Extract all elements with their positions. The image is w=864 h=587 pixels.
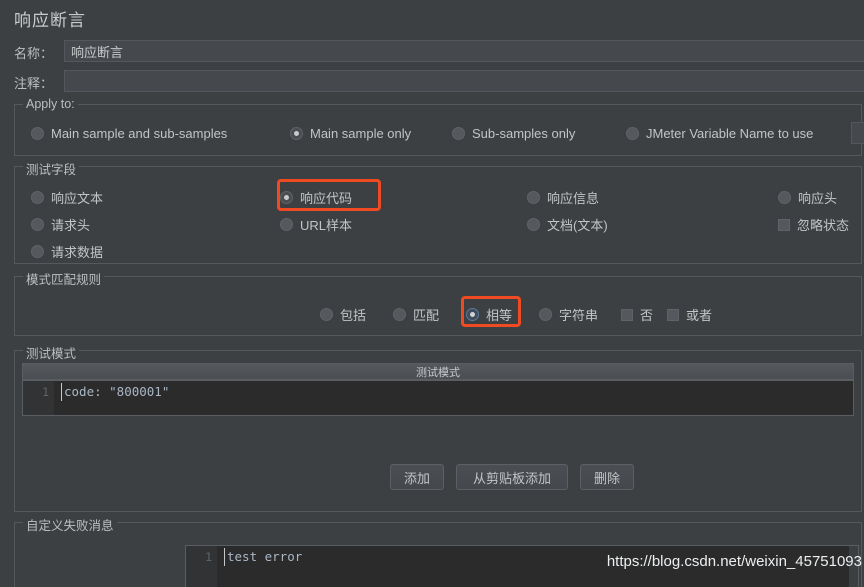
test-field-title: 测试字段 xyxy=(23,159,80,178)
jmeter-variable-input[interactable] xyxy=(851,122,864,144)
test-field-option-request-data[interactable]: 请求数据 xyxy=(31,242,103,261)
test-field-option-url-sample[interactable]: URL样本 xyxy=(280,215,352,234)
test-pattern-editor[interactable]: 1 code: "800001" xyxy=(22,380,854,416)
comment-label: 注释： xyxy=(14,76,54,91)
radio-icon[interactable] xyxy=(778,191,791,204)
failure-message-title: 自定义失败消息 xyxy=(23,515,117,534)
option-label: 包括 xyxy=(340,308,367,323)
apply-to-option-main-and-sub[interactable]: Main sample and sub-samples xyxy=(31,126,227,141)
option-label: 匹配 xyxy=(413,308,440,323)
radio-icon[interactable] xyxy=(31,218,44,231)
failure-message-value: test error xyxy=(227,549,303,564)
pattern-rule-title: 模式匹配规则 xyxy=(23,269,105,288)
rule-option-or[interactable]: 或者 xyxy=(667,305,712,324)
apply-to-group: Apply to: Main sample and sub-samples Ma… xyxy=(14,97,864,156)
radio-icon[interactable] xyxy=(320,308,333,321)
option-label: 响应头 xyxy=(798,191,838,206)
checkbox-icon[interactable] xyxy=(667,308,679,321)
radio-icon[interactable] xyxy=(31,127,44,140)
option-label: 忽略状态 xyxy=(797,218,850,233)
option-label: 响应文本 xyxy=(51,191,104,206)
checkbox-icon[interactable] xyxy=(778,218,790,231)
radio-icon[interactable] xyxy=(527,218,540,231)
option-label: Main sample and sub-samples xyxy=(51,126,228,141)
option-label: JMeter Variable Name to use xyxy=(646,126,814,141)
option-label: 响应代码 xyxy=(300,191,353,206)
option-label: URL样本 xyxy=(300,218,353,233)
test-field-option-document-text[interactable]: 文档(文本) xyxy=(527,215,608,234)
watermark-url: https://blog.csdn.net/weixin_45751093 xyxy=(606,553,862,570)
apply-to-title: Apply to: xyxy=(23,97,78,111)
apply-to-option-jmeter-variable[interactable]: JMeter Variable Name to use xyxy=(626,126,813,141)
test-pattern-title: 测试模式 xyxy=(23,343,80,362)
text-caret xyxy=(224,548,225,566)
option-label: 或者 xyxy=(686,308,713,323)
line-number: 1 xyxy=(205,550,212,564)
option-label: 相等 xyxy=(486,308,513,323)
column-header-label: 测试模式 xyxy=(416,366,460,379)
option-label: 否 xyxy=(640,308,654,323)
apply-to-option-main-only[interactable]: Main sample only xyxy=(290,126,411,141)
radio-icon[interactable] xyxy=(31,245,44,258)
radio-icon[interactable] xyxy=(539,308,552,321)
test-field-option-ignore-status[interactable]: 忽略状态 xyxy=(778,215,849,234)
radio-icon[interactable] xyxy=(466,308,479,321)
comment-input[interactable] xyxy=(64,70,864,92)
rule-option-matches[interactable]: 匹配 xyxy=(393,305,439,324)
rule-option-contains[interactable]: 包括 xyxy=(320,305,366,324)
comment-row: 注释： xyxy=(0,70,864,94)
line-number-gutter: 1 xyxy=(23,381,54,415)
test-field-option-response-headers[interactable]: 响应头 xyxy=(778,188,837,207)
line-number: 1 xyxy=(42,385,49,399)
text-caret xyxy=(61,383,62,401)
test-field-option-response-message[interactable]: 响应信息 xyxy=(527,188,599,207)
add-button[interactable]: 添加 xyxy=(390,464,444,490)
rule-option-equals[interactable]: 相等 xyxy=(466,305,512,324)
name-row: 名称： xyxy=(0,40,864,64)
apply-to-option-sub-only[interactable]: Sub-samples only xyxy=(452,126,575,141)
radio-icon[interactable] xyxy=(290,127,303,140)
option-label: 请求头 xyxy=(51,218,91,233)
rule-option-substring[interactable]: 字符串 xyxy=(539,305,598,324)
test-field-option-request-headers[interactable]: 请求头 xyxy=(31,215,90,234)
delete-button[interactable]: 删除 xyxy=(580,464,634,490)
test-pattern-group: 测试模式 测试模式 1 code: "800001" 添加 从剪贴板添加 删除 xyxy=(14,343,862,512)
option-label: Main sample only xyxy=(310,126,412,141)
pattern-rule-group: 模式匹配规则 包括 匹配 相等 字符串 否 或者 xyxy=(14,269,862,336)
test-field-group: 测试字段 响应文本 请求头 请求数据 响应代码 URL样本 响应信息 文档(文本… xyxy=(14,159,862,264)
option-label: 字符串 xyxy=(559,308,599,323)
option-label: 响应信息 xyxy=(547,191,600,206)
radio-icon[interactable] xyxy=(452,127,465,140)
name-input[interactable] xyxy=(64,40,864,62)
option-label: 请求数据 xyxy=(51,245,104,260)
rule-option-not[interactable]: 否 xyxy=(621,305,653,324)
radio-icon[interactable] xyxy=(626,127,639,140)
checkbox-icon[interactable] xyxy=(621,308,633,321)
page-title: 响应断言 xyxy=(14,11,86,30)
option-label: Sub-samples only xyxy=(472,126,576,141)
radio-icon[interactable] xyxy=(31,191,44,204)
name-label: 名称： xyxy=(14,46,54,61)
radio-icon[interactable] xyxy=(280,218,293,231)
test-pattern-column-header: 测试模式 xyxy=(22,363,854,380)
test-field-option-response-code[interactable]: 响应代码 xyxy=(280,188,352,207)
line-number-gutter: 1 xyxy=(186,546,217,587)
test-field-option-response-text[interactable]: 响应文本 xyxy=(31,188,103,207)
radio-icon[interactable] xyxy=(527,191,540,204)
radio-icon[interactable] xyxy=(393,308,406,321)
pattern-value: code: "800001" xyxy=(64,384,170,399)
add-from-clipboard-button[interactable]: 从剪贴板添加 xyxy=(456,464,568,490)
radio-icon[interactable] xyxy=(280,191,293,204)
option-label: 文档(文本) xyxy=(547,218,608,233)
